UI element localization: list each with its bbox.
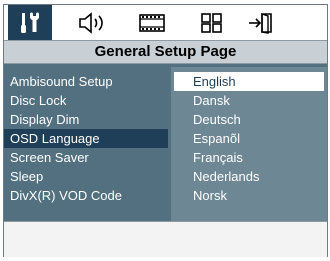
language-options-panel: English Dansk Deutsch Espanõl Français N… (168, 64, 327, 221)
tab-preference-setup[interactable] (190, 5, 234, 40)
tab-exit[interactable] (240, 5, 284, 40)
tab-bar (4, 5, 327, 41)
menu-item-osd-language[interactable]: OSD Language (4, 129, 168, 148)
tab-general-setup[interactable] (8, 5, 52, 40)
option-deutsch[interactable]: Deutsch (174, 110, 324, 129)
option-dansk[interactable]: Dansk (174, 91, 324, 110)
tab-video-setup[interactable] (130, 5, 174, 40)
setup-tools-icon (17, 11, 43, 35)
speaker-audio-icon (77, 11, 107, 35)
option-francais[interactable]: Français (174, 148, 324, 167)
option-nederlands[interactable]: Nederlands (174, 167, 324, 186)
option-english[interactable]: English (174, 72, 324, 91)
menu-item-sleep[interactable]: Sleep (4, 167, 168, 186)
menu-item-divx-vod-code[interactable]: DivX(R) VOD Code (4, 186, 168, 205)
settings-menu: Ambisound Setup Disc Lock Display Dim OS… (4, 64, 168, 221)
menu-item-screen-saver[interactable]: Screen Saver (4, 148, 168, 167)
tab-audio-setup[interactable] (70, 5, 114, 40)
page-title: General Setup Page (4, 41, 327, 64)
option-norsk[interactable]: Norsk (174, 186, 324, 205)
setup-menu-window: General Setup Page Ambisound Setup Disc … (3, 4, 328, 257)
option-espanol[interactable]: Espanõl (174, 129, 324, 148)
menu-item-ambisound-setup[interactable]: Ambisound Setup (4, 72, 168, 91)
exit-door-icon (247, 11, 277, 35)
help-bar (4, 221, 327, 257)
options-list: English Dansk Deutsch Espanõl Français N… (171, 67, 327, 221)
menu-item-disc-lock[interactable]: Disc Lock (4, 91, 168, 110)
film-video-icon (138, 12, 166, 34)
preferences-grid-icon (200, 12, 224, 34)
menu-item-display-dim[interactable]: Display Dim (4, 110, 168, 129)
